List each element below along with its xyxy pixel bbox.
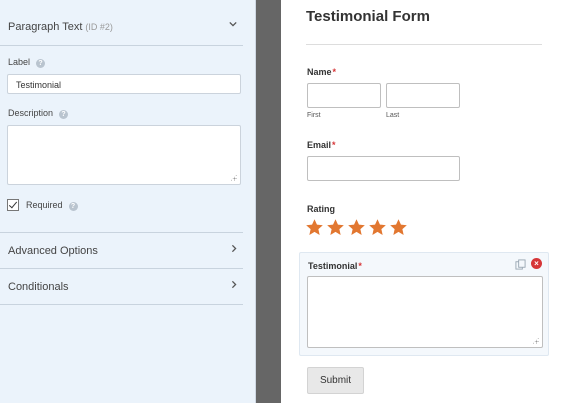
panel-gutter: [256, 0, 281, 403]
description-textarea[interactable]: [7, 125, 241, 185]
chevron-right-icon[interactable]: [230, 280, 238, 292]
first-sublabel: First: [307, 112, 321, 119]
rating-stars[interactable]: [305, 218, 408, 237]
resize-grip-icon[interactable]: [532, 337, 539, 344]
last-sublabel: Last: [386, 112, 400, 119]
divider: [0, 45, 243, 46]
field-type-label: Paragraph Text: [8, 21, 83, 33]
star-icon[interactable]: [368, 218, 387, 237]
form-title: Testimonial Form: [306, 8, 430, 25]
divider: [0, 232, 243, 233]
field-id-label: (ID #2): [85, 22, 113, 32]
field-options-panel: Paragraph Text (ID #2) Label? Testimonial…: [0, 0, 256, 403]
chevron-right-icon[interactable]: [230, 244, 238, 256]
required-marker: *: [358, 261, 362, 271]
testimonial-textarea[interactable]: [307, 276, 543, 348]
last-name-input[interactable]: [386, 83, 460, 108]
email-input[interactable]: [307, 156, 460, 181]
required-checkbox[interactable]: [7, 199, 19, 211]
star-icon[interactable]: [389, 218, 408, 237]
question-circle-icon[interactable]: ?: [59, 110, 69, 119]
rating-field-label: Rating: [307, 204, 335, 214]
advanced-options-toggle[interactable]: Advanced Options: [8, 245, 98, 257]
question-circle-icon[interactable]: ?: [68, 202, 78, 211]
duplicate-icon[interactable]: [515, 259, 526, 270]
label-input[interactable]: Testimonial: [7, 74, 241, 94]
star-icon[interactable]: [326, 218, 345, 237]
required-marker: *: [332, 140, 336, 150]
delete-icon[interactable]: ×: [531, 258, 542, 269]
testimonial-field-block[interactable]: Testimonial* ×: [299, 252, 549, 356]
star-icon[interactable]: [305, 218, 324, 237]
name-field-label: Name*: [307, 67, 337, 77]
submit-button[interactable]: Submit: [307, 367, 364, 394]
title-divider: [306, 44, 542, 45]
required-marker: *: [332, 67, 337, 77]
required-label: Required?: [26, 200, 78, 211]
field-options-header[interactable]: Paragraph Text (ID #2): [0, 0, 256, 46]
conditionals-toggle[interactable]: Conditionals: [8, 281, 69, 293]
first-name-input[interactable]: [307, 83, 381, 108]
checkmark-icon: [8, 199, 18, 209]
testimonial-field-label: Testimonial*: [308, 261, 362, 271]
divider: [0, 304, 243, 305]
email-field-label: Email*: [307, 140, 336, 150]
label-caption: Label?: [8, 57, 46, 68]
resize-grip-icon[interactable]: [230, 174, 237, 181]
chevron-down-icon[interactable]: [229, 19, 237, 31]
question-circle-icon[interactable]: ?: [36, 59, 46, 68]
field-options-title: Paragraph Text (ID #2): [8, 21, 113, 33]
star-icon[interactable]: [347, 218, 366, 237]
divider: [0, 268, 243, 269]
description-caption: Description?: [8, 108, 69, 119]
